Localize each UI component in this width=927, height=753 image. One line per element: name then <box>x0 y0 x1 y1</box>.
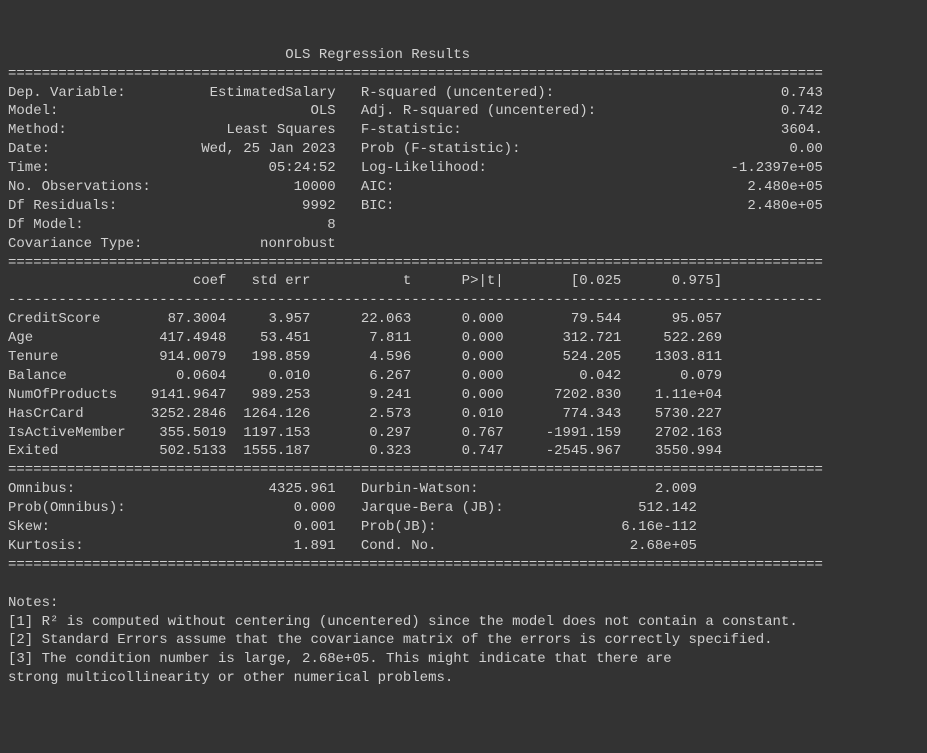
ols-regression-output: OLS Regression Results =================… <box>8 46 919 688</box>
